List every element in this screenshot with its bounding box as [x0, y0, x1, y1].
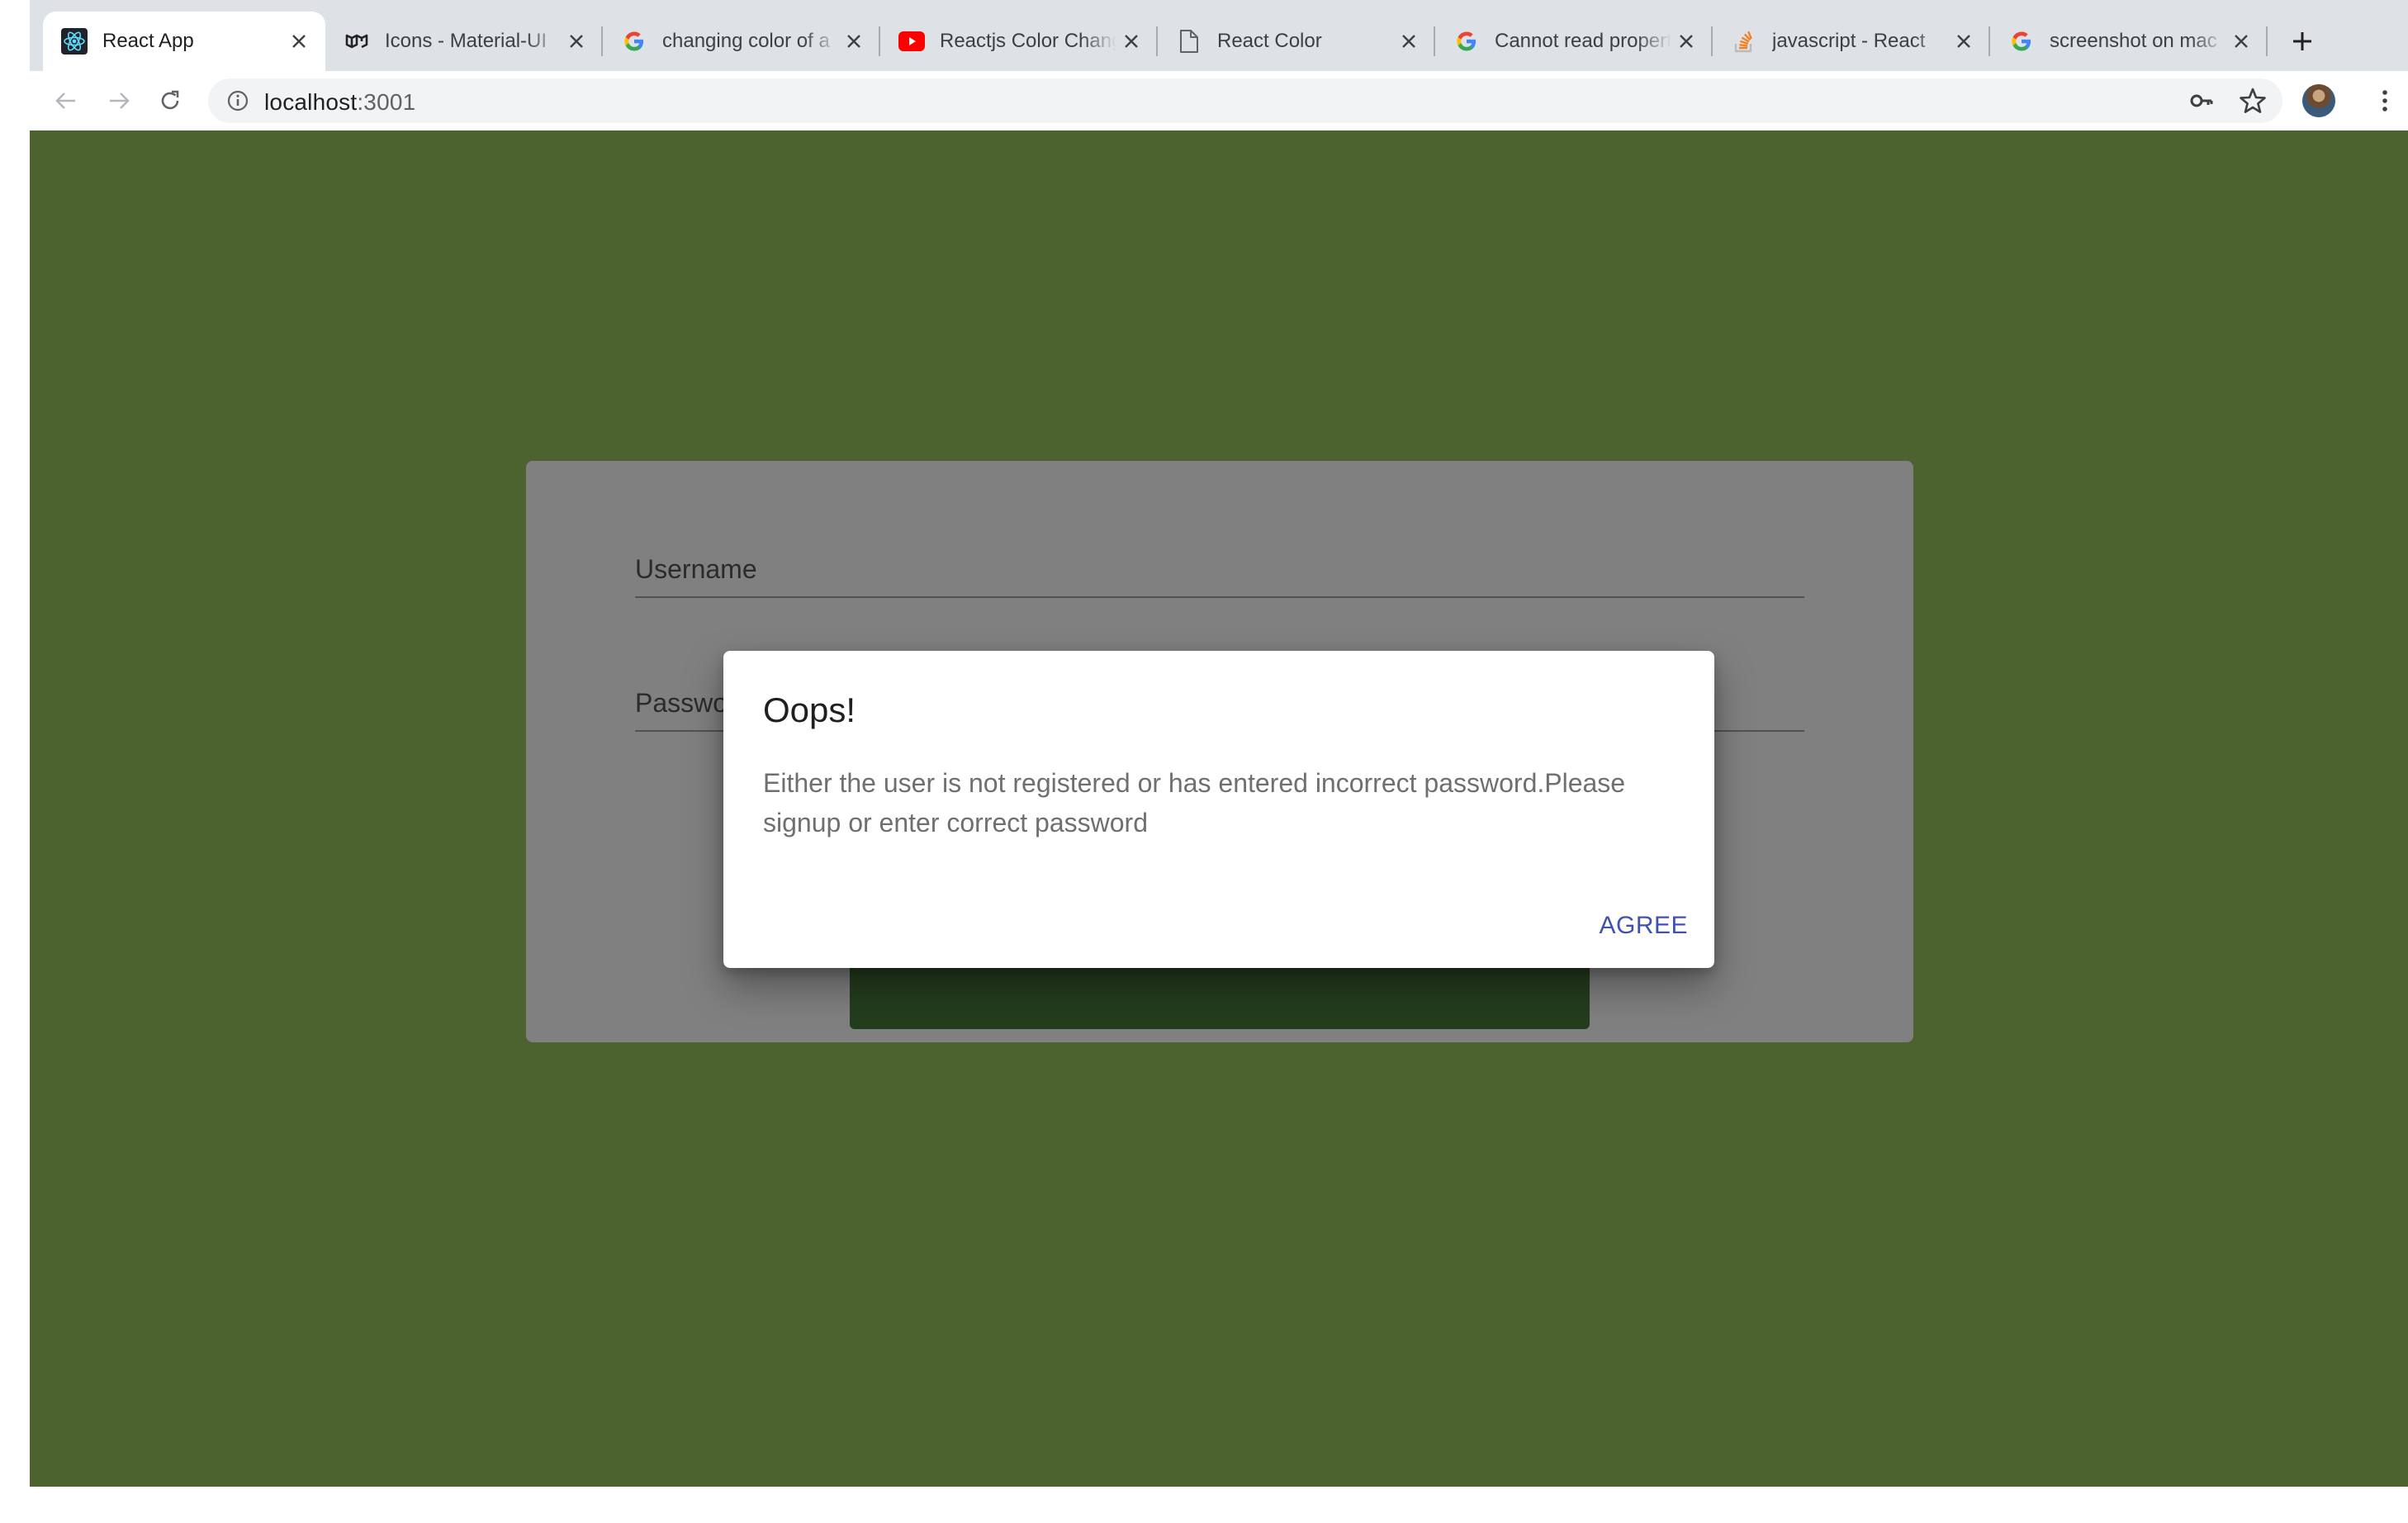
- browser-chrome: React App Icons - Material-UI changing c…: [30, 0, 2408, 130]
- close-icon[interactable]: [839, 26, 869, 56]
- document-icon: [1176, 28, 1202, 55]
- close-icon[interactable]: [562, 26, 591, 56]
- arrow-left-icon: [55, 93, 75, 109]
- reload-button[interactable]: [152, 83, 188, 119]
- forward-button[interactable]: [101, 83, 137, 119]
- error-dialog: Oops! Either the user is not registered …: [723, 651, 1714, 968]
- tab-title: screenshot on mac: [2050, 30, 2217, 52]
- url-host: localhost: [264, 89, 358, 115]
- avatar[interactable]: [2302, 84, 2335, 117]
- back-button[interactable]: [48, 83, 84, 119]
- tab-strip: React App Icons - Material-UI changing c…: [30, 12, 2408, 71]
- more-vertical-icon: [2382, 90, 2387, 111]
- google-logo-icon: [2008, 28, 2035, 55]
- username-field[interactable]: Username: [635, 537, 1804, 598]
- star-icon[interactable]: [2238, 86, 2268, 116]
- close-icon[interactable]: [1671, 26, 1701, 56]
- url-text: localhost:3001: [264, 89, 415, 116]
- tab-screenshot-on-mac[interactable]: screenshot on mac: [1990, 12, 2268, 71]
- react-logo-icon: [61, 28, 88, 55]
- browser-menu-button[interactable]: [2368, 84, 2401, 117]
- agree-button[interactable]: AGREE: [1599, 907, 1688, 945]
- page-viewport: Username Password Oops! Either the user …: [30, 130, 2408, 1487]
- plus-icon: [2293, 32, 2311, 50]
- key-icon[interactable]: [2188, 88, 2215, 114]
- google-logo-icon: [1453, 28, 1480, 55]
- close-icon[interactable]: [1116, 26, 1146, 56]
- username-label: Username: [635, 554, 757, 584]
- dialog-title: Oops!: [763, 690, 856, 729]
- google-logo-icon: [621, 28, 647, 55]
- dialog-message: Either the user is not registered or has…: [763, 768, 1626, 837]
- tab-title: React Color: [1217, 30, 1322, 52]
- info-icon[interactable]: [226, 89, 249, 112]
- tab-icons-material-ui[interactable]: Icons - Material-UI: [325, 12, 603, 71]
- tab-react-color[interactable]: React Color: [1158, 12, 1435, 71]
- tab-title: javascript - React: [1772, 30, 1926, 52]
- browser-toolbar: localhost:3001: [30, 71, 2408, 130]
- tab-title: changing color of a: [662, 30, 830, 52]
- tab-cannot-read-property[interactable]: Cannot read property: [1435, 12, 1713, 71]
- bottom-margin: [0, 1487, 2408, 1523]
- tab-title: Cannot read property: [1495, 30, 1671, 52]
- reload-icon: [161, 90, 179, 110]
- tab-title: Icons - Material-UI: [385, 30, 547, 52]
- tab-title: React App: [102, 30, 194, 52]
- tab-javascript-react[interactable]: javascript - React: [1713, 12, 1990, 71]
- close-icon[interactable]: [284, 26, 314, 56]
- close-icon[interactable]: [1394, 26, 1424, 56]
- stackoverflow-logo-icon: [1731, 28, 1757, 55]
- address-bar[interactable]: localhost:3001: [208, 78, 2282, 123]
- arrow-right-icon: [110, 93, 130, 109]
- new-tab-button[interactable]: [2284, 23, 2320, 59]
- tab-react-app[interactable]: React App: [43, 12, 325, 71]
- tab-changing-color[interactable]: changing color of a: [603, 12, 880, 71]
- tab-reactjs-color-change[interactable]: Reactjs Color Change: [880, 12, 1158, 71]
- material-ui-logo-icon: [344, 28, 370, 55]
- close-icon[interactable]: [2226, 26, 2256, 56]
- url-port: :3001: [357, 89, 416, 115]
- tab-title: Reactjs Color Change: [940, 30, 1116, 52]
- tab-separator: [2266, 26, 2268, 56]
- close-icon[interactable]: [1949, 26, 1979, 56]
- youtube-logo-icon: [898, 28, 925, 55]
